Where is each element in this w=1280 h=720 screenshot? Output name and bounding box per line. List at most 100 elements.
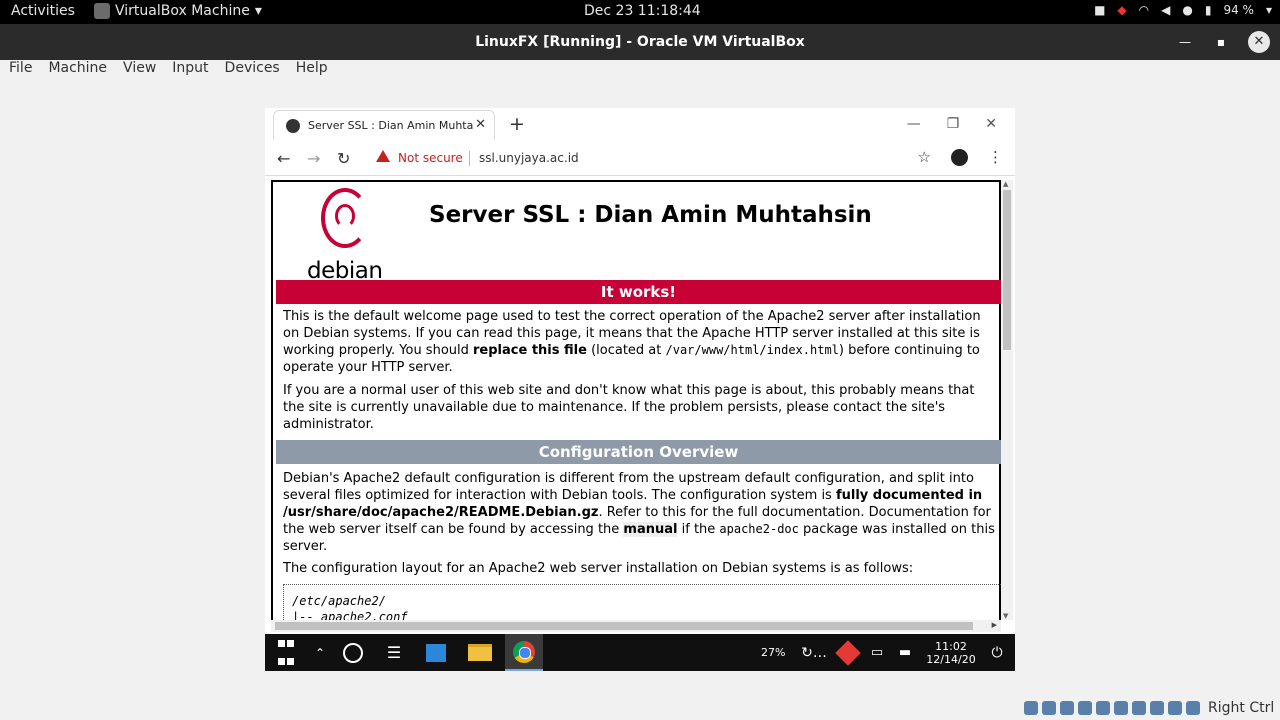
config-overview-banner: Configuration Overview (276, 440, 1001, 464)
cpu-icon[interactable] (1150, 701, 1164, 715)
close-icon[interactable]: ✕ (1248, 31, 1270, 53)
scroll-up-icon[interactable]: ▲ (1003, 180, 1008, 188)
debian-logo: debian (307, 188, 387, 284)
usb-icon[interactable] (1078, 701, 1092, 715)
config-text-3: if the (677, 522, 720, 537)
browser-tab[interactable]: Server SSL : Dian Amin Muhtahsin ✕ (273, 110, 495, 140)
store-icon[interactable] (425, 634, 447, 671)
horizontal-scrollbar[interactable]: ▶ (271, 620, 1001, 632)
apache2-doc-package: apache2-doc (719, 522, 799, 536)
app-menu-label: VirtualBox Machine (115, 3, 250, 19)
code-line: |-- apache2.conf (292, 610, 408, 620)
refresh-status-icon[interactable]: ↻… (799, 634, 829, 671)
audio-icon[interactable] (1042, 701, 1056, 715)
warning-icon[interactable] (376, 150, 390, 162)
menu-help[interactable]: Help (287, 60, 335, 78)
vertical-scroll-thumb[interactable] (1003, 190, 1011, 350)
notifications-icon[interactable]: ⏻ (987, 634, 1007, 671)
horizontal-scroll-thumb[interactable] (275, 622, 973, 630)
app-menu[interactable]: VirtualBox Machine ▾ (94, 3, 262, 19)
volume-icon[interactable]: ◀ (1161, 3, 1170, 17)
tab-title: Server SSL : Dian Amin Muhtahsin (308, 119, 473, 132)
layout-paragraph: The configuration layout for an Apache2 … (283, 561, 914, 576)
keyboard-icon[interactable] (1186, 701, 1200, 715)
chevron-up-icon[interactable]: ⌃ (313, 634, 327, 671)
file-explorer-icon[interactable] (467, 634, 493, 671)
gnome-top-bar: Activities VirtualBox Machine ▾ Dec 23 1… (0, 0, 1280, 24)
taskbar-clock[interactable]: 11:02 12/14/20 (923, 634, 979, 671)
taskbar-time: 11:02 (935, 639, 967, 653)
chrome-logo-icon (513, 640, 535, 663)
scroll-down-icon[interactable]: ▼ (1003, 612, 1008, 620)
scroll-right-icon[interactable]: ▶ (992, 621, 997, 629)
screen-record-icon[interactable]: ◆ (1117, 3, 1126, 17)
menu-file[interactable]: File (0, 60, 39, 78)
clock[interactable]: Dec 23 11:18:44 (584, 3, 701, 19)
chrome-tab-strip: Server SSL : Dian Amin Muhtahsin ✕ + — ❐… (265, 108, 1015, 142)
debian-swirl-inner (335, 204, 355, 228)
it-works-banner: It works! (276, 280, 1001, 304)
chrome-minimize-icon[interactable]: — (907, 116, 921, 132)
windows-start-icon[interactable] (275, 634, 297, 671)
optical-drive-icon[interactable] (1024, 701, 1038, 715)
taskbar-battery-percent: 27% (761, 646, 786, 659)
minimize-icon[interactable]: — (1176, 33, 1194, 51)
web-viewport[interactable]: debian Server SSL : Dian Amin Muhtahsin … (271, 180, 1001, 620)
divider (469, 151, 470, 166)
config-paragraph: Debian's Apache2 default configuration i… (283, 470, 998, 555)
window-title-bar: LinuxFX [Running] - Oracle VM VirtualBox… (0, 24, 1280, 60)
replace-file-emphasis: replace this file (473, 343, 587, 358)
code-line: /etc/apache2/ (292, 594, 386, 608)
config-layout-code: /etc/apache2/ |-- apache2.conf (283, 584, 1001, 620)
new-tab-button[interactable]: + (509, 113, 525, 135)
reload-icon[interactable]: ↻ (337, 149, 350, 168)
menu-view[interactable]: View (114, 60, 163, 78)
anydesk-icon[interactable] (835, 634, 861, 671)
menu-input[interactable]: Input (163, 60, 215, 78)
address-bar-row: ← → ↻ Not secure ssl.unyjaya.ac.id ☆ ⋮ (265, 142, 1015, 176)
close-tab-icon[interactable]: ✕ (475, 117, 486, 132)
kebab-menu-icon[interactable]: ⋮ (988, 148, 1003, 166)
network-icon[interactable]: ▭ (867, 634, 887, 671)
menu-devices[interactable]: Devices (216, 60, 287, 78)
battery-icon[interactable]: ▮ (1205, 3, 1212, 17)
camera-icon[interactable]: ■ (1094, 3, 1105, 17)
host-key-label: Right Ctrl (1208, 700, 1275, 716)
normal-user-paragraph: If you are a normal user of this web sit… (283, 383, 975, 432)
vbox-status-bar: Right Ctrl (1024, 700, 1274, 716)
battery-tray-icon[interactable]: ▬ (895, 634, 915, 671)
display-icon[interactable] (1114, 701, 1128, 715)
apache-default-page: debian Server SSL : Dian Amin Muhtahsin … (271, 180, 1001, 620)
guest-screen[interactable]: Server SSL : Dian Amin Muhtahsin ✕ + — ❐… (265, 108, 1015, 671)
chevron-down-icon: ▾ (254, 3, 262, 19)
network-adapter-icon[interactable] (1060, 701, 1074, 715)
url-field[interactable]: ssl.unyjaya.ac.id (479, 151, 579, 165)
task-view-icon[interactable]: ☰ (383, 634, 405, 671)
cortana-icon[interactable] (341, 634, 365, 671)
page-title: Server SSL : Dian Amin Muhtahsin (429, 202, 872, 228)
microphone-icon[interactable]: ● (1182, 3, 1192, 17)
bookmark-star-icon[interactable]: ☆ (918, 148, 931, 166)
mouse-integration-icon[interactable] (1168, 701, 1182, 715)
menu-machine[interactable]: Machine (39, 60, 114, 78)
activities-button[interactable]: Activities (11, 3, 75, 19)
profile-avatar-icon[interactable] (951, 148, 968, 166)
back-icon[interactable]: ← (277, 149, 290, 168)
security-indicator[interactable]: Not secure (398, 151, 463, 165)
chrome-restore-icon[interactable]: ❐ (947, 116, 960, 132)
intro-paragraph: This is the default welcome page used to… (283, 308, 998, 376)
index-path: /var/www/html/index.html (665, 343, 839, 357)
power-menu-icon[interactable]: ▾ (1266, 3, 1272, 17)
windows-taskbar: ⌃ ☰ 27% ↻… ▭ ▬ 11:02 12/14/20 ⏻ (265, 634, 1015, 671)
chrome-close-icon[interactable]: ✕ (985, 116, 997, 132)
system-tray[interactable]: ■ ◆ ◠ ◀ ● ▮ 94 % ▾ (1094, 3, 1272, 17)
chrome-taskbar-icon[interactable] (505, 634, 543, 671)
maximize-icon[interactable]: ▪ (1212, 33, 1230, 51)
manual-link[interactable]: manual (623, 522, 678, 537)
recording-icon[interactable] (1132, 701, 1146, 715)
vertical-scrollbar[interactable]: ▲ ▼ (1001, 180, 1013, 620)
wifi-icon[interactable]: ◠ (1139, 3, 1149, 17)
globe-icon (286, 118, 300, 133)
forward-icon[interactable]: → (307, 149, 320, 168)
shared-folder-icon[interactable] (1096, 701, 1110, 715)
